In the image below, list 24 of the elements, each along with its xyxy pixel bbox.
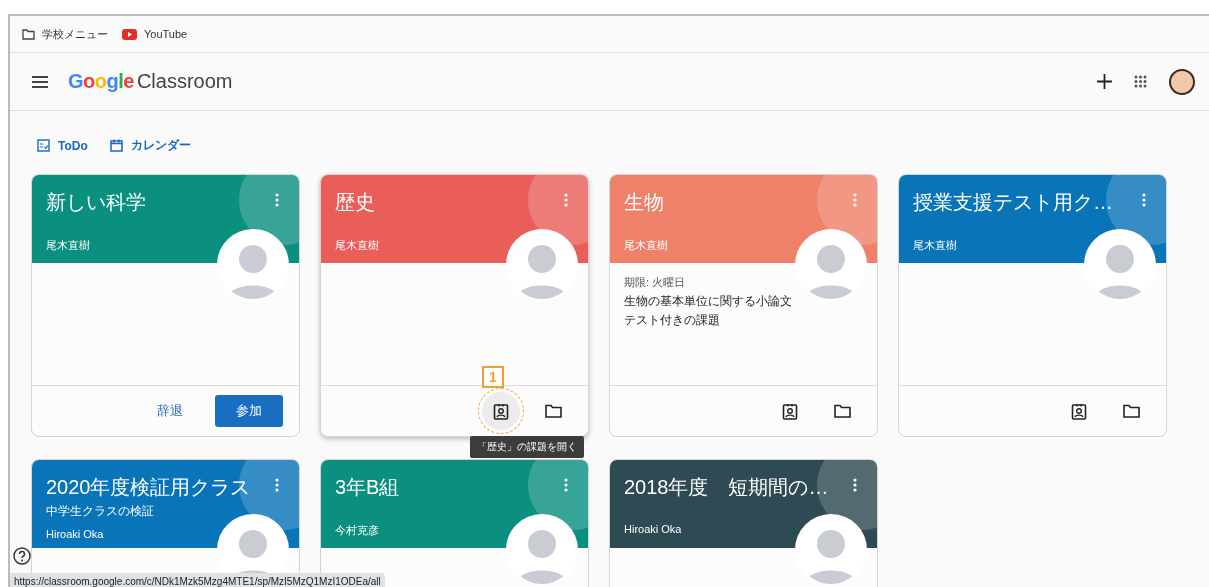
app-logo: GoogleClassroom bbox=[68, 70, 233, 93]
teacher-name: 尾木直樹 bbox=[335, 238, 380, 253]
teacher-name: 尾木直樹 bbox=[46, 238, 91, 253]
class-title: 2020年度検証用クラス bbox=[46, 475, 251, 500]
class-section: 中学生クラスの検証 bbox=[46, 503, 285, 520]
tooltip: 「歴史」の課題を開く bbox=[470, 436, 584, 458]
callout-number: 1 bbox=[482, 366, 504, 388]
class-title: 生物 bbox=[624, 190, 664, 215]
teacher-name: 今村克彦 bbox=[335, 523, 380, 538]
teacher-name: 尾木直樹 bbox=[913, 238, 958, 253]
bookmark-label: 学校メニュー bbox=[42, 26, 108, 42]
url-status-tooltip: https://classroom.google.com/c/NDk1Mzk5Mzg4MTE1/sp/MzI5MzQ1MzI1ODEa/all bbox=[10, 573, 385, 587]
class-title: 3年B組 bbox=[335, 475, 400, 500]
nav-label: カレンダー bbox=[130, 137, 191, 154]
due-date: 期限: 火曜日 bbox=[624, 275, 687, 290]
class-title: 歴史 bbox=[335, 190, 375, 215]
class-title: 新しい科学 bbox=[46, 190, 146, 215]
teacher-name: 尾木直樹 bbox=[624, 238, 669, 253]
bookmark-label: YouTube bbox=[144, 28, 188, 40]
class-title: 2018年度 短期間の… bbox=[624, 475, 829, 500]
teacher-name: Hiroaki Oka bbox=[624, 523, 683, 535]
teacher-name: Hiroaki Oka bbox=[46, 528, 105, 540]
class-title: 授業支援テスト用ク… bbox=[913, 190, 1113, 215]
nav-label: ToDo bbox=[58, 138, 88, 153]
